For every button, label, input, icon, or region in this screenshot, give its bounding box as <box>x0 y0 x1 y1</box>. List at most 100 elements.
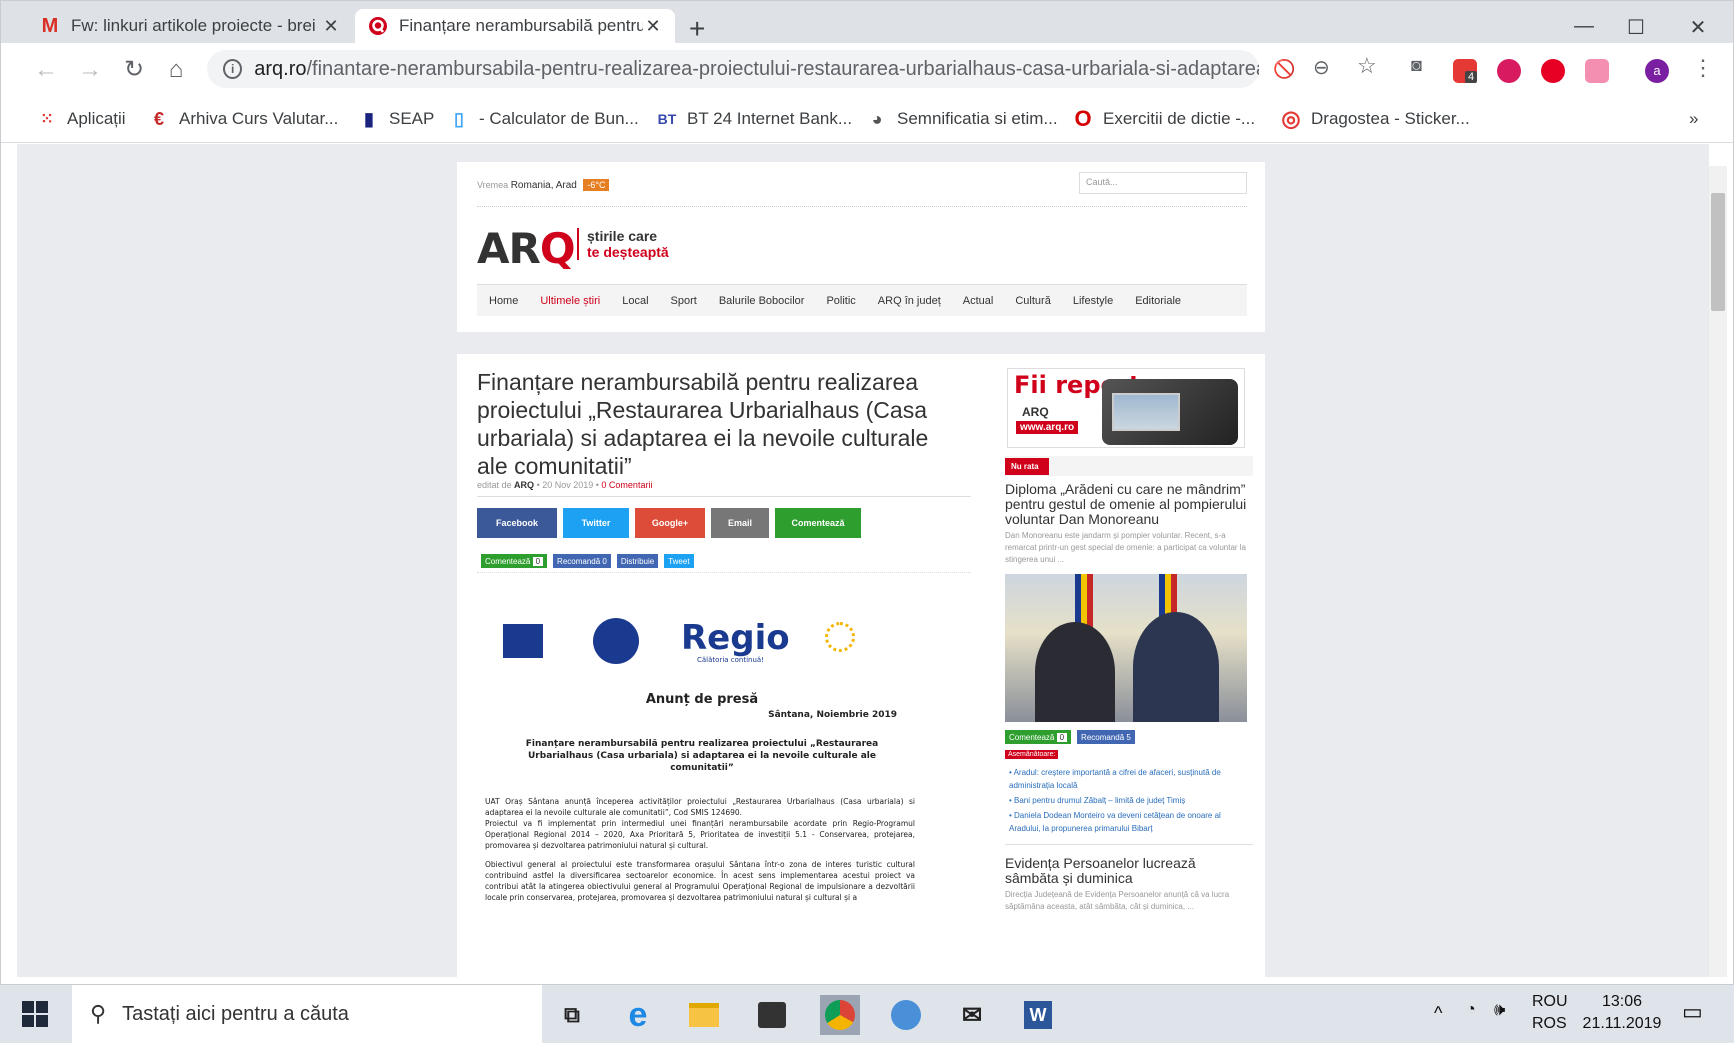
tweet-button[interactable]: Tweet <box>664 554 694 568</box>
structural-instruments-icon <box>825 622 855 652</box>
bookmarks-overflow[interactable]: » <box>1689 109 1698 129</box>
site-search-input[interactable]: Caută... <box>1079 172 1247 194</box>
sidebar-story-excerpt: Direcția Județeană de Evidența Persoanel… <box>1005 890 1230 911</box>
nav-cultura[interactable]: Cultură <box>1015 295 1050 307</box>
cookie-blocked-icon[interactable]: 🚫 <box>1273 59 1297 83</box>
article-title: Finanțare nerambursabilă pentru realizar… <box>477 369 929 479</box>
bookmark-dragostea[interactable]: ◎ Dragostea - Sticker... <box>1281 106 1469 131</box>
chrome-icon[interactable] <box>820 995 860 1035</box>
pinterest-icon[interactable] <box>1541 59 1565 83</box>
file-explorer-icon[interactable] <box>684 995 724 1035</box>
press-heading: Anunț de presă <box>645 692 759 707</box>
word-icon[interactable]: W <box>1018 995 1058 1035</box>
distribute-button[interactable]: Distribuie <box>616 554 659 568</box>
camera-icon[interactable]: ◙ <box>1411 55 1435 79</box>
share-email-button[interactable]: Email <box>711 508 769 538</box>
nav-lifestyle[interactable]: Lifestyle <box>1073 295 1113 307</box>
nav-actual[interactable]: Actual <box>963 295 994 307</box>
related-link[interactable]: • Bani pentru drumul Zăbalț – limită de … <box>1009 794 1249 807</box>
edge-icon[interactable]: e <box>618 995 658 1035</box>
circle-icon: ◎ <box>1281 106 1301 131</box>
share-googleplus-button[interactable]: Google+ <box>635 508 705 538</box>
tab-close-icon[interactable]: ✕ <box>643 16 663 37</box>
language-indicator[interactable]: ROU ROS <box>1532 993 1568 1033</box>
seap-icon: ▮ <box>364 108 374 129</box>
tab-close-icon[interactable]: ✕ <box>321 16 341 37</box>
page-viewport: Vremea Romania, Arad -6°C Caută... ARQ ș… <box>17 144 1709 977</box>
volume-icon[interactable]: 🕪 <box>1494 999 1505 1020</box>
bookmark-arhiva-curs[interactable]: € Arhiva Curs Valutar... <box>149 109 338 129</box>
extension-badge: 4 <box>1465 71 1478 83</box>
tray-chevron-icon[interactable]: ^ <box>1434 1003 1442 1024</box>
tab-title: Finanțare nerambursabilă pentru r <box>399 16 643 35</box>
sidebar-story-excerpt: Dan Monoreanu este jandarm și pompier vo… <box>1005 531 1247 564</box>
bookmark-exercitii[interactable]: O Exercitii de dictie -... <box>1073 106 1255 131</box>
menu-dots-icon[interactable]: ⋮ <box>1691 55 1715 80</box>
bookmark-seap[interactable]: ▮ SEAP <box>359 109 434 129</box>
back-arrow-icon[interactable]: ← <box>31 55 61 85</box>
profile-avatar[interactable]: a <box>1645 59 1669 83</box>
sidebar-story-title[interactable]: Diploma „Arădeni cu care ne mândrim” pen… <box>1005 482 1253 527</box>
reload-icon[interactable]: ↻ <box>119 55 149 85</box>
story-recommend-button[interactable]: Recomandă 5 <box>1077 730 1135 744</box>
nav-arq-judet[interactable]: ARQ în județ <box>878 295 941 307</box>
windows-start-icon[interactable] <box>22 1001 48 1027</box>
close-window-button[interactable]: ✕ <box>1683 15 1713 40</box>
bookmark-calculator[interactable]: ▯ - Calculator de Bun... <box>449 109 639 129</box>
nav-balurile[interactable]: Balurile Bobocilor <box>719 295 805 307</box>
mini-comment-button[interactable]: Comentează 0 <box>481 554 548 568</box>
related-link[interactable]: • Daniela Dodean Monteiro va deveni cetă… <box>1009 809 1249 835</box>
home-icon[interactable]: ⌂ <box>161 55 191 85</box>
arq-logo[interactable]: ARQ <box>477 224 576 273</box>
person-figure <box>1133 612 1219 722</box>
press-body: UAT Oraș Sântana anunță începerea activi… <box>485 797 915 902</box>
bookmark-star-icon[interactable]: ☆ <box>1357 53 1381 78</box>
pdf-extension-icon[interactable] <box>1585 59 1609 83</box>
share-facebook-button[interactable]: Facebook <box>477 508 557 538</box>
site-nav: Home Ultimele știri Local Sport Balurile… <box>477 284 1247 316</box>
nav-editoriale[interactable]: Editoriale <box>1135 295 1181 307</box>
fii-reporter-banner[interactable]: Fii reporter ARQ www.arq.ro <box>1007 368 1245 448</box>
wifi-icon[interactable]: ◔ <box>1466 1001 1476 1019</box>
fb-recommend-button[interactable]: Recomandă 0 <box>553 554 611 568</box>
story-social-buttons: Comentează 0 Recomandă 5 <box>1005 730 1135 744</box>
app-blue-circle-icon[interactable] <box>886 995 926 1035</box>
bookmark-apps[interactable]: ⁙ Aplicații <box>37 109 125 129</box>
store-icon[interactable] <box>752 995 792 1035</box>
gmail-icon: M <box>41 14 59 37</box>
new-tab-button[interactable]: + <box>689 15 705 43</box>
tab-gmail[interactable]: M Fw: linkuri artikole proiecte - brei ✕ <box>27 9 353 43</box>
share-twitter-button[interactable]: Twitter <box>563 508 629 538</box>
clock[interactable]: 13:06 21.11.2019 <box>1582 993 1662 1033</box>
address-bar[interactable]: i arq.ro /finantare-nerambursabila-pentr… <box>207 50 1259 88</box>
taskbar-search-input[interactable]: ⚲ Tastați aici pentru a căuta <box>72 985 542 1043</box>
task-view-icon[interactable]: ⧉ <box>552 995 592 1035</box>
nav-home[interactable]: Home <box>489 295 518 307</box>
story-photo[interactable] <box>1005 574 1247 722</box>
sidebar: Fii reporter ARQ www.arq.ro Nu rata Dipl… <box>1005 364 1253 977</box>
comment-button[interactable]: Comentează <box>775 508 861 538</box>
scrollbar-thumb[interactable] <box>1711 193 1725 311</box>
story-comment-button[interactable]: Comentează 0 <box>1005 730 1072 744</box>
extension-globe-icon[interactable] <box>1497 59 1521 83</box>
bt-icon: BT <box>657 111 677 127</box>
regio-logo: Regio <box>681 618 790 658</box>
minimize-button[interactable]: — <box>1569 15 1599 38</box>
nav-politic[interactable]: Politic <box>826 295 855 307</box>
url-path: /finantare-nerambursabila-pentru-realiza… <box>306 57 1260 80</box>
bookmark-semnificatia[interactable]: ◕ Semnificatia si etim... <box>867 109 1058 129</box>
forward-arrow-icon[interactable]: → <box>75 55 105 85</box>
nav-sport[interactable]: Sport <box>671 295 697 307</box>
tab-arq-article[interactable]: Finanțare nerambursabilă pentru r ✕ <box>355 9 675 43</box>
bookmark-bt24[interactable]: BT BT 24 Internet Bank... <box>657 109 852 129</box>
nav-local[interactable]: Local <box>622 295 648 307</box>
related-link[interactable]: • Aradul: creștere importantă a cifrei d… <box>1009 766 1249 792</box>
notifications-icon[interactable]: ▭ <box>1682 999 1703 1025</box>
zoom-icon[interactable]: ⊖ <box>1313 55 1337 79</box>
nav-ultimele-stiri[interactable]: Ultimele știri <box>540 295 600 307</box>
extension-red-icon[interactable]: 4 <box>1453 59 1478 83</box>
mail-icon[interactable]: ✉ <box>952 995 992 1035</box>
maximize-button[interactable]: ☐ <box>1621 15 1651 40</box>
sidebar-story-title[interactable]: Evidența Persoanelor lucrează sâmbăta și… <box>1005 856 1253 886</box>
info-icon[interactable]: i <box>223 59 243 79</box>
